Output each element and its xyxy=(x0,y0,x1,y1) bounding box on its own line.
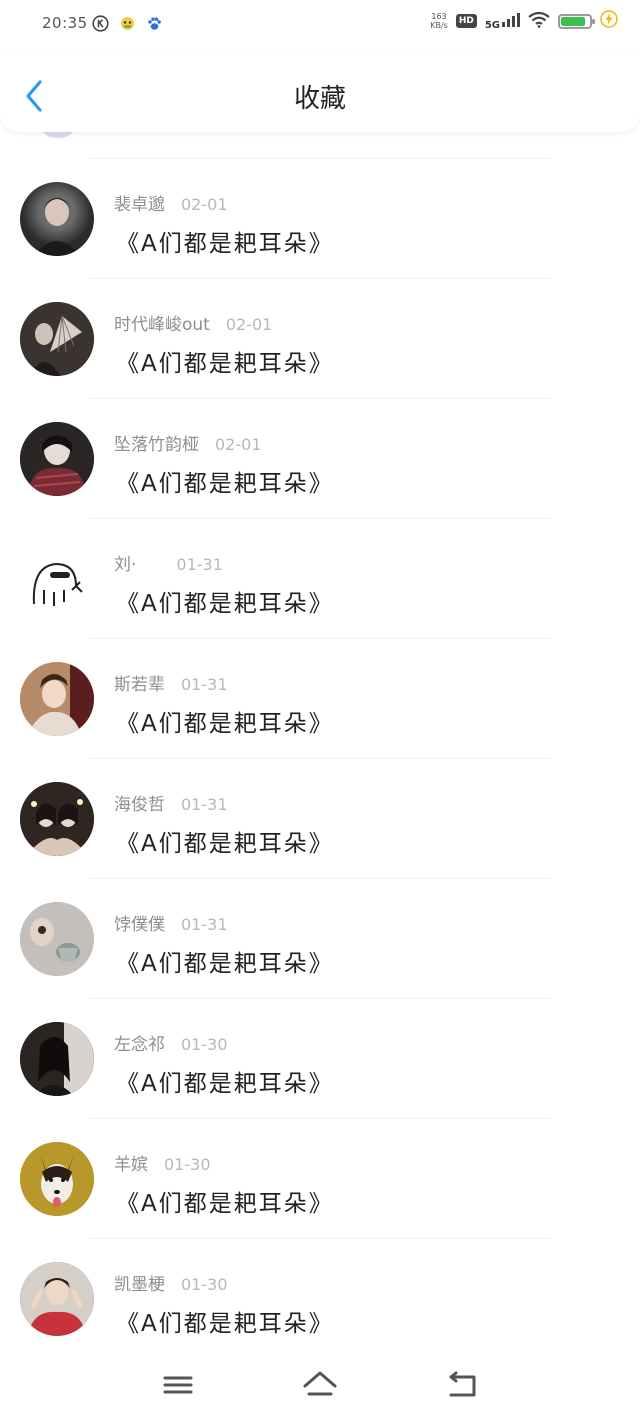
item-date: 01-31 xyxy=(181,795,228,814)
k-circle-icon xyxy=(92,15,109,32)
author-name: 左念祁 xyxy=(114,1035,165,1055)
item-title[interactable]: 《A们都是耙耳朵》 xyxy=(116,584,334,618)
author-name: 凯墨梗 xyxy=(114,1275,165,1295)
list-item[interactable]: 时代峰峻out 02-01 《A们都是耙耳朵》 xyxy=(0,278,640,398)
author-name: 裴卓邈 xyxy=(114,195,165,215)
divider xyxy=(90,638,550,639)
status-icons-left xyxy=(92,15,163,32)
item-date: 02-01 xyxy=(181,195,228,214)
net-speed-unit: KB/s xyxy=(430,21,448,30)
divider xyxy=(90,878,550,879)
item-date: 01-30 xyxy=(164,1155,211,1174)
item-title[interactable]: 《A们都是耙耳朵》 xyxy=(116,1064,334,1098)
list-item[interactable]: 海俊哲 01-31 《A们都是耙耳朵》 xyxy=(0,758,640,878)
avatar[interactable] xyxy=(20,302,94,376)
item-meta: 凯墨梗 01-30 xyxy=(114,1270,228,1295)
author-name: 斯若辈 xyxy=(114,675,165,695)
top-app-bar: 收藏 xyxy=(0,56,640,132)
signal-bars-icon xyxy=(502,12,520,31)
item-title[interactable]: 《A们都是耙耳朵》 xyxy=(116,344,334,378)
net-speed: 163 KB/s xyxy=(430,12,448,30)
charging-bolt-icon xyxy=(600,10,618,32)
item-meta: 海俊哲 01-31 xyxy=(114,790,228,815)
list-item[interactable]: 裴卓邈 02-01 《A们都是耙耳朵》 xyxy=(0,158,640,278)
author-name: 羊嫔 xyxy=(114,1155,148,1175)
item-title[interactable]: 《A们都是耙耳朵》 xyxy=(116,944,334,978)
back-arrow-icon xyxy=(442,1371,482,1406)
divider xyxy=(90,518,550,519)
item-meta: 饽僕僕 01-31 xyxy=(114,910,228,935)
avatar[interactable] xyxy=(20,662,94,736)
list-item[interactable]: 刘· 01-31 《A们都是耙耳朵》 xyxy=(0,518,640,638)
item-date: 01-31 xyxy=(181,675,228,694)
avatar[interactable] xyxy=(20,782,94,856)
author-name: 坠落竹韵桠 xyxy=(114,435,199,455)
avatar[interactable] xyxy=(20,542,94,616)
item-date: 02-01 xyxy=(225,315,273,334)
item-title[interactable]: 《A们都是耙耳朵》 xyxy=(116,464,334,498)
author-name: 饽僕僕 xyxy=(114,915,165,935)
divider xyxy=(90,758,550,759)
wifi-icon xyxy=(528,11,550,32)
list-item[interactable]: 羊嫔 01-30 《A们都是耙耳朵》 xyxy=(0,1118,640,1238)
list-item[interactable]: 坠落竹韵桠 02-01 《A们都是耙耳朵》 xyxy=(0,398,640,518)
avatar[interactable] xyxy=(20,902,94,976)
item-title[interactable]: 《A们都是耙耳朵》 xyxy=(116,824,334,858)
item-title[interactable]: 《A们都是耙耳朵》 xyxy=(116,224,334,258)
item-meta: 时代峰峻out 02-01 xyxy=(114,310,272,335)
avatar[interactable] xyxy=(20,1142,94,1216)
avatar[interactable] xyxy=(20,422,94,496)
avatar[interactable] xyxy=(20,1262,94,1336)
cell-signal: 5G xyxy=(485,12,520,31)
item-meta: 坠落竹韵桠 02-01 xyxy=(114,430,262,455)
list-item[interactable]: 凯墨梗 01-30 《A们都是耙耳朵》 xyxy=(0,1238,640,1358)
hd-badge: HD xyxy=(455,14,477,28)
item-meta: 羊嫔 01-30 xyxy=(114,1150,211,1175)
menu-button[interactable] xyxy=(158,1368,198,1402)
battery-fill xyxy=(561,16,585,26)
divider xyxy=(90,158,550,159)
system-nav-bar xyxy=(0,1352,640,1422)
item-meta: 斯若辈 01-31 xyxy=(114,670,228,695)
menu-lines-icon xyxy=(158,1376,198,1406)
battery-icon xyxy=(558,13,595,29)
divider xyxy=(90,1118,550,1119)
item-date: 02-01 xyxy=(215,435,262,454)
item-meta: 左念祁 01-30 xyxy=(114,1030,228,1055)
list-item[interactable]: 饽僕僕 01-31 《A们都是耙耳朵》 xyxy=(0,878,640,998)
paw-icon xyxy=(146,15,163,32)
author-name: 刘· xyxy=(114,555,137,575)
list-item[interactable]: 左念祁 01-30 《A们都是耙耳朵》 xyxy=(0,998,640,1118)
item-title[interactable]: 《A们都是耙耳朵》 xyxy=(116,1304,334,1338)
home-button[interactable] xyxy=(300,1368,340,1402)
item-date: 01-30 xyxy=(181,1035,228,1054)
status-icons-right: 163 KB/s HD 5G xyxy=(430,10,618,32)
net-speed-value: 163 xyxy=(431,12,447,21)
page-title: 收藏 xyxy=(293,84,346,114)
item-meta: 刘· 01-31 xyxy=(114,550,223,575)
status-bar: 20:35 163 KB/s HD 5G xyxy=(0,0,640,52)
item-title[interactable]: 《A们都是耙耳朵》 xyxy=(116,704,334,738)
item-date: 01-31 xyxy=(181,915,228,934)
list-item[interactable]: 斯若辈 01-31 《A们都是耙耳朵》 xyxy=(0,638,640,758)
avatar[interactable] xyxy=(20,182,94,256)
item-meta: 裴卓邈 02-01 xyxy=(114,190,228,215)
item-date: 01-30 xyxy=(181,1275,228,1294)
author-name: 海俊哲 xyxy=(114,795,165,815)
item-date: 01-31 xyxy=(176,555,223,574)
divider xyxy=(90,1238,550,1239)
avatar[interactable] xyxy=(20,1022,94,1096)
app-face-icon xyxy=(119,15,136,32)
item-title[interactable]: 《A们都是耙耳朵》 xyxy=(116,1184,334,1218)
status-time: 20:35 xyxy=(42,14,88,32)
home-icon xyxy=(300,1371,340,1406)
system-back-button[interactable] xyxy=(442,1368,482,1402)
divider xyxy=(90,278,550,279)
network-type-label: 5G xyxy=(484,19,500,31)
divider xyxy=(90,398,550,399)
author-name: 时代峰峻out xyxy=(114,315,210,335)
divider xyxy=(90,998,550,999)
